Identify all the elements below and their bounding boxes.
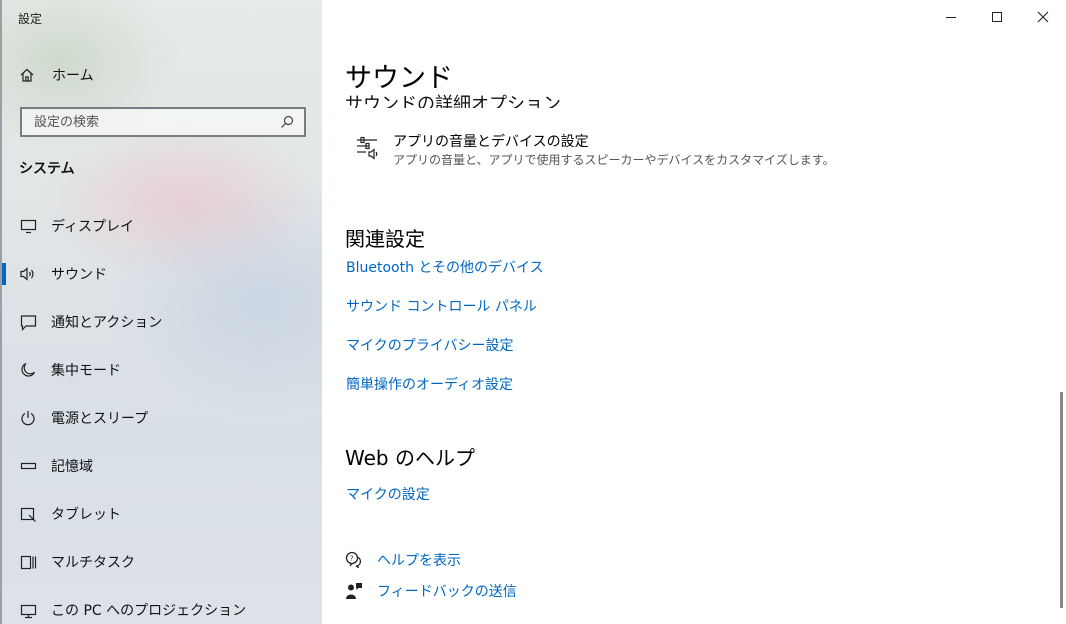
speaker-icon [19, 265, 37, 283]
sidebar-item-notifications[interactable]: 通知とアクション [2, 298, 322, 346]
sidebar-item-storage[interactable]: 記憶域 [2, 442, 322, 490]
sidebar-item-tablet[interactable]: タブレット [2, 490, 322, 538]
sidebar-item-focus[interactable]: 集中モード [2, 346, 322, 394]
sidebar-item-projection[interactable]: この PC へのプロジェクション [2, 586, 322, 624]
section-title: システム [19, 161, 75, 177]
sidebar-item-label: 通知とアクション [51, 315, 163, 331]
app-volume-title: アプリの音量とデバイスの設定 [393, 134, 589, 150]
get-help-link[interactable]: ? ヘルプを表示 [345, 550, 461, 570]
sidebar-item-label: ディスプレイ [51, 219, 135, 235]
section-heading-advanced-label: サウンドの詳細オプション [345, 94, 561, 108]
moon-icon [19, 361, 37, 379]
link-microphone-setup[interactable]: マイクの設定 [346, 484, 430, 504]
search-icon[interactable] [278, 113, 296, 131]
app-volume-icon [355, 135, 381, 161]
app-volume-description: アプリの音量と、アプリで使用するスピーカーやデバイスをカスタマイズします。 [393, 153, 835, 167]
minimize-icon [942, 8, 960, 26]
sidebar-item-display[interactable]: ディスプレイ [2, 202, 322, 250]
sidebar-home-label: ホーム [52, 68, 94, 84]
sidebar-item-label: 集中モード [51, 363, 121, 379]
search-input[interactable] [32, 113, 278, 131]
monitor-icon [19, 217, 37, 235]
svg-text:?: ? [350, 555, 354, 563]
storage-icon [19, 457, 37, 475]
search-box[interactable] [20, 107, 306, 137]
sidebar-item-power[interactable]: 電源とスリープ [2, 394, 322, 442]
window-controls [928, 0, 1066, 34]
window-title: 設定 [18, 12, 43, 26]
link-sound-control-panel[interactable]: サウンド コントロール パネル [346, 296, 537, 316]
web-help-heading: Web のヘルプ [345, 446, 475, 470]
sidebar-item-label: この PC へのプロジェクション [51, 603, 247, 619]
sidebar-item-sound[interactable]: サウンド [2, 250, 322, 298]
notification-icon [19, 313, 37, 331]
feedback-icon [345, 582, 363, 600]
app-volume-settings[interactable]: アプリの音量とデバイスの設定 アプリの音量と、アプリで使用するスピーカーやデバイ… [355, 133, 835, 169]
sidebar: 設定 ホーム システム ディスプレイ [0, 0, 322, 624]
get-help-label: ヘルプを表示 [377, 553, 461, 569]
section-heading-advanced: サウンドの詳細オプション [345, 84, 945, 108]
link-microphone-privacy[interactable]: マイクのプライバシー設定 [346, 335, 513, 355]
help-chat-icon: ? [345, 551, 363, 569]
tablet-icon [19, 505, 37, 523]
sidebar-nav: ディスプレイ サウンド 通知とアクション 集中モード 電源とスリープ 記憶域 タ… [2, 202, 322, 624]
related-settings-heading: 関連設定 [345, 227, 425, 251]
sidebar-item-label: マルチタスク [51, 555, 135, 571]
link-bluetooth-devices[interactable]: Bluetooth とその他のデバイス [346, 257, 544, 277]
sidebar-item-multitask[interactable]: マルチタスク [2, 538, 322, 586]
feedback-link[interactable]: フィードバックの送信 [345, 581, 517, 601]
sidebar-item-label: 電源とスリープ [51, 411, 149, 427]
sidebar-item-label: 記憶域 [51, 459, 93, 475]
maximize-button[interactable] [974, 0, 1020, 34]
projection-icon [19, 601, 37, 619]
sidebar-item-label: タブレット [51, 507, 121, 523]
feedback-label: フィードバックの送信 [377, 584, 517, 600]
link-ease-of-access-audio[interactable]: 簡単操作のオーディオ設定 [346, 374, 513, 394]
main-content: サウンド サウンドの詳細オプション アプリの音量とデバイスの設定 アプリの音量と… [322, 0, 1066, 624]
sidebar-item-label: サウンド [51, 267, 107, 283]
power-icon [19, 409, 37, 427]
close-icon [1034, 8, 1052, 26]
multitask-icon [19, 553, 37, 571]
sidebar-home[interactable]: ホーム [18, 63, 94, 87]
home-icon [18, 66, 36, 84]
scrollbar[interactable] [1060, 392, 1063, 608]
minimize-button[interactable] [928, 0, 974, 34]
close-button[interactable] [1020, 0, 1066, 34]
maximize-icon [988, 8, 1006, 26]
